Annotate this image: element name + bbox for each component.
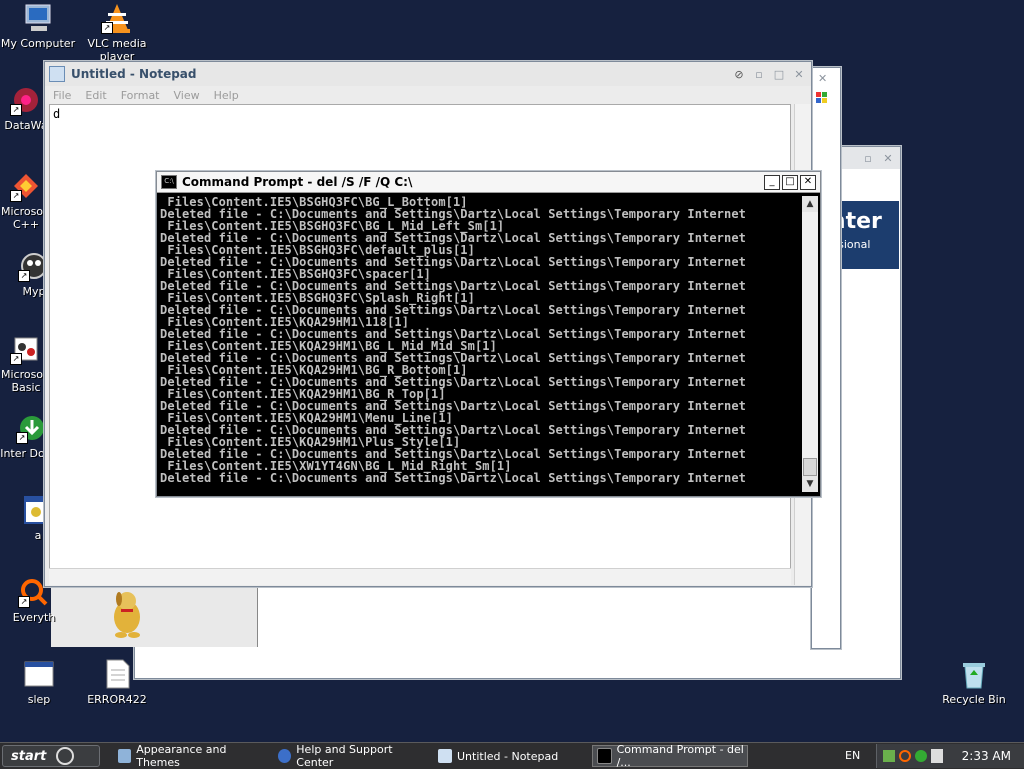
help-left-pane — [51, 587, 258, 647]
task-appearance-themes[interactable]: Appearance and Themes — [114, 743, 266, 769]
dog-mascot-icon — [107, 587, 147, 639]
desktop-icon-label: Everyth — [12, 611, 56, 624]
console-output[interactable]: Files\Content.IE5\BSGHQ3FC\BG_L_Bottom[1… — [160, 196, 800, 492]
vlc-icon: ↗ — [101, 2, 133, 34]
scroll-up-icon[interactable]: ▲ — [802, 196, 818, 212]
window-title: Untitled - Notepad — [71, 67, 197, 81]
close-button[interactable]: ✕ — [800, 174, 816, 190]
messenger-icon[interactable] — [915, 750, 927, 762]
menu-edit[interactable]: Edit — [85, 89, 106, 102]
taskbar: start Appearance and Themes Help and Sup… — [0, 742, 1024, 769]
computer-icon — [22, 2, 54, 34]
datawave-icon: ↗ — [10, 84, 42, 116]
visual-cpp-icon: ↗ — [10, 170, 42, 202]
close-button[interactable]: ✕ — [791, 67, 807, 81]
cmd-icon: C:\ — [161, 175, 177, 189]
maximize-button[interactable]: □ — [771, 67, 787, 81]
batch-file-icon — [23, 658, 55, 690]
start-logo-icon — [56, 747, 75, 765]
recycle-bin-icon — [958, 658, 990, 690]
menu-bar: File Edit Format View Help — [45, 86, 811, 104]
desktop-icon-label: My Computer — [0, 37, 76, 50]
desktop-icon-vlc[interactable]: ↗ VLC media player — [79, 2, 155, 63]
task-command-prompt[interactable]: Command Prompt - del /... — [592, 743, 748, 769]
minimize-button[interactable]: ▫ — [751, 67, 767, 81]
drive-icon[interactable] — [931, 749, 943, 763]
no-entry-icon: ⊘ — [734, 67, 744, 81]
start-button[interactable]: start — [2, 745, 100, 767]
task-notepad[interactable]: Untitled - Notepad — [434, 745, 586, 767]
horizontal-scrollbar[interactable] — [49, 568, 791, 585]
desktop-icon-label: ERROR422 — [87, 693, 147, 706]
minimize-button[interactable]: _ — [764, 174, 780, 190]
visual-basic-icon: ↗ — [10, 333, 42, 365]
desktop-icon-label: slep — [27, 693, 51, 706]
task-label: Help and Support Center — [296, 743, 393, 769]
cmd-icon — [597, 748, 612, 764]
window-title: Command Prompt - del /S /F /Q C:\ — [182, 175, 413, 189]
help-icon — [278, 749, 292, 763]
clock[interactable]: 2:33 AM — [962, 749, 1011, 763]
task-label: Command Prompt - del /... — [616, 743, 744, 769]
menu-file[interactable]: File — [53, 89, 71, 102]
menu-help[interactable]: Help — [214, 89, 239, 102]
desktop-icon-label: Recycle Bin — [942, 693, 1006, 706]
notepad-icon — [49, 66, 65, 82]
command-prompt-window[interactable]: C:\ Command Prompt - del /S /F /Q C:\ _ … — [156, 171, 821, 497]
notepad-titlebar[interactable]: Untitled - Notepad ⊘ ▫ □ ✕ — [45, 62, 811, 86]
scroll-down-icon[interactable]: ▼ — [802, 476, 818, 492]
text-file-icon — [101, 658, 133, 690]
task-label: Untitled - Notepad — [457, 749, 559, 763]
desktop-icon-error422[interactable]: ERROR422 — [79, 658, 155, 706]
language-indicator[interactable]: EN — [845, 749, 860, 762]
console-line: Deleted file - C:\Documents and Settings… — [160, 471, 746, 485]
maximize-button[interactable]: □ — [782, 174, 798, 190]
system-tray: 2:33 AM — [876, 744, 1024, 768]
minimize-icon[interactable]: ▫ — [860, 151, 876, 165]
windows-logo-icon — [816, 92, 828, 104]
menu-format[interactable]: Format — [121, 89, 160, 102]
notepad-icon — [438, 749, 452, 763]
desktop-icon-my-computer[interactable]: My Computer — [0, 2, 76, 50]
close-icon[interactable]: ✕ — [880, 151, 896, 165]
search-icon[interactable] — [899, 750, 911, 762]
desktop-icon-recycle-bin[interactable]: Recycle Bin — [936, 658, 1012, 706]
scroll-thumb[interactable] — [803, 458, 817, 476]
menu-view[interactable]: View — [174, 89, 200, 102]
cmd-titlebar[interactable]: C:\ Command Prompt - del /S /F /Q C:\ _ … — [157, 172, 820, 193]
close-icon[interactable]: ✕ — [818, 72, 827, 85]
desktop-icon-slep[interactable]: slep — [1, 658, 77, 706]
task-help-support[interactable]: Help and Support Center — [274, 743, 426, 769]
appearance-icon — [118, 749, 132, 763]
start-label: start — [11, 748, 47, 764]
vertical-scrollbar[interactable]: ▲ ▼ — [802, 196, 818, 492]
task-label: Appearance and Themes — [136, 743, 227, 769]
desktop-icon-label: VLC media player — [87, 37, 147, 63]
network-icon[interactable] — [883, 750, 895, 762]
